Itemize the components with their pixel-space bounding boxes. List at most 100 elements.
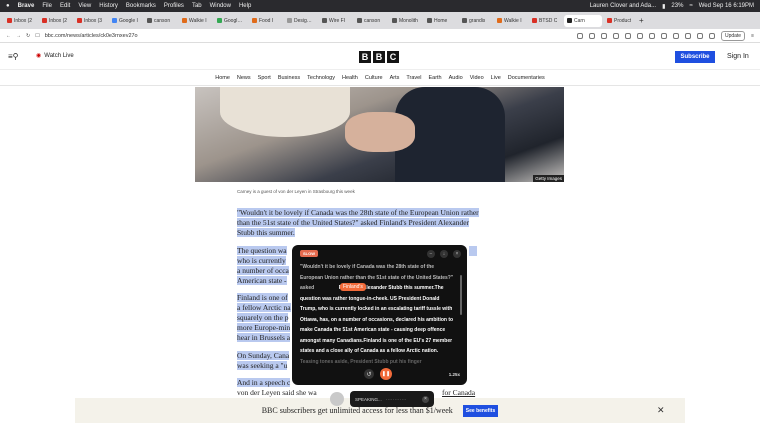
tab-10[interactable]: canson [354, 15, 387, 27]
nav-item-travel[interactable]: Travel [406, 75, 421, 81]
back-icon[interactable]: ← [6, 33, 11, 39]
menu-file[interactable]: File [42, 3, 52, 9]
see-benefits-button[interactable]: See benefits [462, 404, 499, 417]
bbc-logo[interactable]: B B C [359, 51, 399, 63]
nav-item-home[interactable]: Home [215, 75, 230, 81]
menu-edit[interactable]: Edit [60, 3, 70, 9]
sidebar-icon[interactable] [696, 32, 703, 39]
pause-button[interactable]: ❚❚ [380, 368, 392, 380]
extension-icon-1[interactable] [612, 32, 619, 39]
tab-favicon-icon [607, 18, 612, 23]
tab-7[interactable]: Food I [249, 15, 282, 27]
tab-8[interactable]: Design Images [284, 15, 317, 27]
menu-icon[interactable]: ≡ [751, 33, 754, 39]
tab-15[interactable]: BTSD C [529, 15, 562, 27]
bookmark-icon[interactable]: ☐ [35, 33, 39, 39]
paragraph-1: "Wouldn't it be lovely if Canada was the… [237, 208, 483, 238]
rewind-icon[interactable]: ↺ [364, 369, 374, 379]
speed-badge[interactable]: SLOW [300, 250, 318, 257]
menu-app-name[interactable]: Brave [18, 3, 35, 9]
tab-12[interactable]: Home [424, 15, 457, 27]
nav-item-health[interactable]: Health [342, 75, 358, 81]
menu-window[interactable]: Window [210, 3, 231, 9]
p3-line-2: a fellow Arctic na [237, 303, 291, 312]
tab-favicon-icon [147, 18, 152, 23]
extension-icon-3[interactable] [636, 32, 643, 39]
menu-profiles[interactable]: Profiles [164, 3, 184, 9]
nav-item-technology[interactable]: Technology [307, 75, 335, 81]
menu-view[interactable]: View [78, 3, 91, 9]
tab-4[interactable]: canson [144, 15, 177, 27]
download-icon[interactable]: ↓ [440, 250, 448, 258]
nav-item-earth[interactable]: Earth [428, 75, 441, 81]
clock[interactable]: Wed Sep 16 6:19PM [699, 3, 754, 9]
tab-0[interactable]: Inbox (2 [4, 15, 37, 27]
transcript-scrollbar[interactable] [460, 275, 462, 315]
nav-item-sport[interactable]: Sport [258, 75, 271, 81]
tab-2[interactable]: Inbox (3 [74, 15, 107, 27]
tab-13[interactable]: grandis [459, 15, 492, 27]
menu-help[interactable]: Help [239, 3, 251, 9]
tab-favicon-icon [77, 18, 82, 23]
wifi-icon[interactable]: ≈ [689, 3, 692, 9]
tab-label: Inbox (2 [14, 17, 33, 24]
extension-icon-6[interactable] [672, 32, 679, 39]
extension-icon-4[interactable] [648, 32, 655, 39]
p2-line-3: a number of occa [237, 266, 289, 275]
tab-label: Carn [574, 17, 585, 24]
nav-item-culture[interactable]: Culture [365, 75, 383, 81]
speaking-close-icon[interactable]: × [422, 395, 429, 403]
tab-1[interactable]: Inbox (2 [39, 15, 72, 27]
rewards-icon[interactable] [600, 32, 607, 39]
nav-item-news[interactable]: News [237, 75, 251, 81]
extension-icon-5[interactable] [660, 32, 667, 39]
tab-11[interactable]: Monolith [389, 15, 422, 27]
tab-17[interactable]: Product [604, 15, 637, 27]
nav-item-business[interactable]: Business [278, 75, 300, 81]
nav-item-live[interactable]: Live [491, 75, 501, 81]
update-button[interactable]: Update [720, 30, 746, 41]
status-user[interactable]: Lauren Clover and Ada... [590, 3, 656, 9]
url-field[interactable]: bbc.com/news/articles/ck0e3rnxev27o [45, 31, 365, 41]
nav-item-audio[interactable]: Audio [449, 75, 463, 81]
apple-menu-icon[interactable]: ● [6, 3, 10, 9]
battery-icon[interactable]: ▮ [662, 3, 665, 10]
forward-icon[interactable]: → [16, 33, 21, 39]
sign-in-link[interactable]: Sign In [727, 53, 749, 60]
tab-16[interactable]: Carn [564, 14, 602, 27]
tab-14[interactable]: Walkie I [494, 15, 527, 27]
brave-shields-icon[interactable] [588, 32, 595, 39]
tab-5[interactable]: Walkie I [179, 15, 212, 27]
p5-link[interactable]: for Canada [442, 388, 475, 398]
tab-3[interactable]: Google I [109, 15, 142, 27]
subscribe-button[interactable]: Subscribe [675, 51, 715, 63]
promo-close-icon[interactable]: ✕ [657, 405, 665, 416]
hamburger-search-icon[interactable]: ≡⚲ [8, 52, 19, 61]
tab-9[interactable]: Wire FI [319, 15, 352, 27]
tab-label: Wire FI [329, 17, 346, 24]
tab-6[interactable]: Google D [214, 15, 247, 27]
collapse-icon[interactable]: − [427, 250, 435, 258]
close-icon[interactable]: × [453, 250, 461, 258]
extension-icon-7[interactable] [684, 32, 691, 39]
tab-favicon-icon [497, 18, 502, 23]
menu-tab[interactable]: Tab [192, 3, 202, 9]
p5-line-2: von der Leyen said she wa [237, 388, 317, 397]
nav-item-arts[interactable]: Arts [390, 75, 400, 81]
reload-icon[interactable]: ↻ [26, 33, 30, 39]
nav-item-documentaries[interactable]: Documentaries [508, 75, 545, 81]
bbc-logo-b1: B [359, 51, 371, 63]
playback-speed[interactable]: 1.25x [449, 372, 460, 377]
address-bar: ← → ↻ ☐ bbc.com/news/articles/ck0e3rnxev… [0, 29, 760, 43]
menu-bookmarks[interactable]: Bookmarks [126, 3, 156, 9]
tab-favicon-icon [182, 18, 187, 23]
nav-item-video[interactable]: Video [470, 75, 484, 81]
new-tab-icon[interactable]: + [639, 16, 644, 25]
watch-live-link[interactable]: ◉ Watch Live [36, 52, 74, 60]
extension-icon-2[interactable] [624, 32, 631, 39]
wallet-icon[interactable] [708, 32, 715, 39]
image-credit: Getty Images [533, 175, 564, 182]
share-icon[interactable] [576, 32, 583, 39]
menu-history[interactable]: History [99, 3, 118, 9]
tab-favicon-icon [532, 18, 537, 23]
